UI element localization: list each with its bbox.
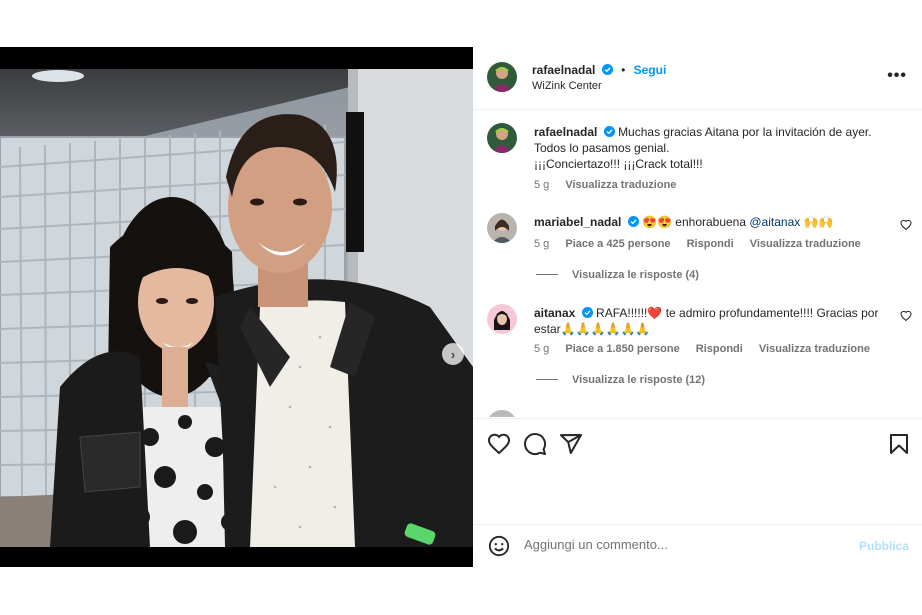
verified-badge-icon — [581, 307, 593, 318]
caption-author-avatar[interactable] — [487, 123, 517, 153]
comment-body: enhorabuena — [675, 215, 747, 229]
caption-author-username[interactable]: rafaelnadal — [534, 125, 597, 139]
translate-button[interactable]: Visualizza traduzione — [750, 238, 861, 250]
comment-body-lead: RAFA!!!!!! — [596, 306, 648, 320]
verified-badge-icon — [603, 126, 615, 137]
reply-button[interactable]: Rispondi — [687, 238, 734, 250]
verified-badge-icon — [601, 64, 613, 75]
post-photo — [0, 47, 473, 567]
comment-input[interactable] — [524, 537, 824, 552]
reply-button[interactable]: Rispondi — [696, 343, 743, 355]
comment-author-username[interactable]: mariabel_nadal — [534, 215, 621, 229]
caption-line-1: Muchas gracias Aitana por la invitación … — [618, 125, 872, 139]
comment-author-avatar[interactable] — [487, 304, 517, 334]
author-avatar[interactable] — [487, 62, 517, 92]
separator-dot: • — [621, 63, 626, 77]
replies-divider — [536, 274, 558, 275]
caption: rafaelnadal Muchas gracias Aitana por la… — [473, 123, 922, 198]
bookmark-icon[interactable] — [887, 432, 911, 456]
avatar-image — [487, 304, 517, 334]
comment-text: aitanax RAFA!!!!!!❤️ te admiro profundam… — [534, 305, 884, 337]
comment-likes-count[interactable]: Piace a 1.850 persone — [565, 343, 679, 355]
comment-author-avatar[interactable] — [487, 213, 517, 243]
next-comment-avatar[interactable] — [487, 410, 517, 417]
post-side-panel: rafaelnadal • Segui WiZink Center ••• ra… — [473, 47, 922, 567]
like-comment-heart-icon[interactable] — [900, 310, 912, 322]
caption-time[interactable]: 5 g — [534, 179, 549, 191]
publish-button[interactable]: Pubblica — [859, 539, 909, 553]
caption-line-2: Todos lo pasamos genial. — [534, 141, 670, 155]
translate-button[interactable]: Visualizza traduzione — [759, 343, 870, 355]
comment-meta: 5 g Piace a 1.850 persone Rispondi Visua… — [534, 343, 883, 355]
comment-emoji: 🙌🙌 — [803, 215, 834, 229]
author-username[interactable]: rafaelnadal — [532, 63, 595, 77]
verified-badge-icon — [627, 216, 639, 227]
heart-icon[interactable] — [487, 432, 511, 456]
caption-line-3: ¡¡¡Conciertazo!!! ¡¡¡Crack total!!! — [534, 157, 703, 171]
view-replies-button[interactable]: Visualizza le risposte (4) — [536, 269, 699, 281]
add-comment-bar: Pubblica — [473, 524, 922, 567]
comment-item: mariabel_nadal 😍😍 enhorabuena @aitanax 🙌… — [473, 213, 922, 293]
like-comment-heart-icon[interactable] — [900, 219, 912, 231]
comment-author-username[interactable]: aitanax — [534, 306, 575, 320]
comment-time[interactable]: 5 g — [534, 238, 549, 250]
comment-time[interactable]: 5 g — [534, 343, 549, 355]
comment-text: mariabel_nadal 😍😍 enhorabuena @aitanax 🙌… — [534, 214, 884, 230]
comment-emoji: 😍😍 — [642, 215, 672, 229]
caption-translate-button[interactable]: Visualizza traduzione — [565, 179, 676, 191]
comment-likes-count[interactable]: Piace a 425 persone — [565, 238, 670, 250]
view-replies-label: Visualizza le risposte (12) — [572, 374, 706, 386]
chevron-right-icon: › — [450, 346, 456, 362]
post-header: rafaelnadal • Segui WiZink Center ••• — [473, 47, 922, 110]
replies-divider — [536, 379, 558, 380]
comment-emoji: 🙏🙏🙏🙏🙏🙏 — [560, 322, 651, 336]
view-replies-label: Visualizza le risposte (4) — [572, 269, 699, 281]
follow-button[interactable]: Segui — [634, 63, 667, 77]
comment-icon[interactable] — [523, 432, 547, 456]
more-options-button[interactable]: ••• — [887, 67, 907, 85]
comment-mention-link[interactable]: @aitanax — [749, 215, 800, 229]
author-line: rafaelnadal • Segui — [532, 63, 666, 77]
avatar-image — [487, 62, 517, 92]
caption-meta: 5 g Visualizza traduzione — [534, 179, 689, 191]
heart-emoji: ❤️ — [647, 306, 663, 320]
share-icon[interactable] — [559, 432, 583, 456]
comment-item: aitanax RAFA!!!!!!❤️ te admiro profundam… — [473, 304, 922, 394]
post-location[interactable]: WiZink Center — [532, 80, 602, 92]
comments-list: rafaelnadal Muchas gracias Aitana por la… — [473, 111, 922, 417]
view-replies-button[interactable]: Visualizza le risposte (12) — [536, 374, 705, 386]
post-actions — [473, 418, 922, 524]
comment-meta: 5 g Piace a 425 persone Rispondi Visuali… — [534, 238, 874, 250]
emoji-icon[interactable] — [488, 535, 510, 557]
avatar-image — [487, 123, 517, 153]
avatar-image — [487, 213, 517, 243]
caption-text: rafaelnadal Muchas gracias Aitana por la… — [534, 124, 884, 172]
post-image[interactable]: › — [0, 47, 473, 567]
next-image-button[interactable]: › — [442, 343, 464, 365]
